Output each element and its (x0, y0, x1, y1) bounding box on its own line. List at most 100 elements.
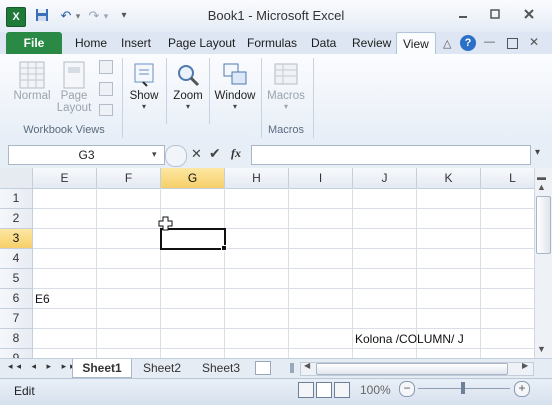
zoom-button[interactable]: Zoom ▾ (170, 60, 206, 111)
column-header-f[interactable]: F (97, 168, 161, 189)
tab-formulas[interactable]: Formulas (241, 32, 303, 54)
split-box-icon[interactable]: ▬ (537, 172, 546, 182)
group-separator (166, 58, 167, 124)
chevron-down-icon: ▾ (283, 102, 288, 111)
normal-view-button[interactable]: Normal (10, 60, 54, 102)
gridline (33, 268, 534, 269)
macros-button[interactable]: Macros ▾ (264, 60, 308, 111)
gridline (352, 188, 353, 358)
column-header-l[interactable]: L (481, 168, 534, 189)
restore-workbook-icon[interactable] (507, 38, 518, 49)
gridline (33, 288, 534, 289)
status-bar (0, 378, 552, 405)
tab-page-layout[interactable]: Page Layout (162, 32, 241, 54)
help-icon[interactable]: ? (460, 35, 476, 51)
vertical-scroll-thumb[interactable] (536, 196, 551, 254)
full-screen-icon[interactable] (99, 104, 113, 116)
page-layout-view-icon[interactable] (316, 382, 332, 398)
window-button[interactable]: Window ▾ (212, 60, 258, 111)
zoom-icon (173, 60, 203, 90)
sheet-tab-1[interactable]: Sheet1 (72, 359, 132, 378)
row-header-5[interactable]: 5 (0, 269, 33, 289)
tab-split-handle[interactable] (290, 363, 294, 373)
row-header-1[interactable]: 1 (0, 189, 33, 209)
zoom-level[interactable]: 100% (360, 383, 391, 397)
chevron-down-icon[interactable]: ▾ (535, 147, 540, 158)
tab-review[interactable]: Review (346, 32, 397, 54)
window-icon (220, 60, 250, 90)
row-header-4[interactable]: 4 (0, 249, 33, 269)
close-button[interactable] (518, 8, 540, 24)
group-label-workbook-views: Workbook Views (23, 124, 105, 136)
column-header-g[interactable]: G (161, 168, 225, 189)
sheet-tab-3[interactable]: Sheet3 (194, 359, 248, 377)
tab-view[interactable]: View (396, 32, 436, 55)
page-layout-icon (59, 60, 89, 90)
group-separator (209, 58, 210, 124)
row-header-9[interactable]: 9 (0, 349, 33, 358)
minimize-ribbon-icon[interactable]: △ (443, 37, 451, 50)
custom-views-icon[interactable] (99, 82, 113, 96)
row-header-7[interactable]: 7 (0, 309, 33, 329)
minimize-button[interactable] (452, 8, 474, 24)
page-break-view-icon[interactable] (334, 382, 350, 398)
scroll-left-icon[interactable]: ◀ (304, 361, 310, 370)
scroll-right-icon[interactable]: ▶ (522, 361, 528, 370)
gridline (33, 308, 534, 309)
gridline (288, 188, 289, 358)
tab-home[interactable]: Home (69, 32, 113, 54)
show-button[interactable]: Show ▾ (126, 60, 162, 111)
row-header-8[interactable]: 8 (0, 329, 33, 349)
column-header-i[interactable]: I (289, 168, 353, 189)
chevron-down-icon: ▾ (232, 102, 237, 111)
gridline (33, 348, 534, 349)
zoom-out-icon[interactable]: − (399, 381, 415, 397)
restore-button[interactable] (484, 8, 506, 24)
sheet-tab-2[interactable]: Sheet2 (134, 359, 190, 377)
zoom-in-icon[interactable]: + (514, 381, 530, 397)
select-all-corner[interactable] (0, 168, 33, 189)
normal-view-icon[interactable] (298, 382, 314, 398)
tab-file[interactable]: File (6, 32, 62, 54)
cell-e6[interactable]: E6 (35, 292, 50, 306)
gridline (33, 328, 534, 329)
scroll-down-icon[interactable]: ▼ (537, 344, 546, 354)
sheet-nav-icons[interactable]: ◂◂ ◂ ▸ ▸▸ (8, 361, 79, 372)
insert-sheet-icon[interactable] (255, 361, 271, 375)
column-header-j[interactable]: J (353, 168, 417, 189)
formula-bar-expand-icon[interactable] (165, 145, 187, 167)
column-header-h[interactable]: H (225, 168, 289, 189)
gridline (160, 188, 161, 358)
macros-icon (271, 60, 301, 90)
tab-insert[interactable]: Insert (115, 32, 157, 54)
status-mode: Edit (14, 384, 35, 398)
tab-data[interactable]: Data (305, 32, 342, 54)
formula-input[interactable] (251, 145, 531, 165)
gridline (33, 248, 534, 249)
horizontal-scroll-thumb[interactable] (316, 363, 508, 375)
scroll-up-icon[interactable]: ▲ (537, 182, 546, 192)
insert-function-icon[interactable]: fx (231, 146, 241, 161)
gridline (480, 188, 481, 358)
page-break-preview-icon[interactable] (99, 60, 113, 74)
worksheet-grid[interactable]: E F G H I J K L 1 2 3 4 5 6 7 8 9 E6 Kol… (0, 168, 534, 358)
fill-handle[interactable] (221, 245, 227, 251)
gridline (33, 228, 534, 229)
page-layout-view-button[interactable]: Page Layout (55, 60, 93, 114)
zoom-slider-thumb[interactable] (461, 382, 465, 394)
row-header-2[interactable]: 2 (0, 209, 33, 229)
group-separator (122, 58, 123, 138)
close-workbook-icon[interactable]: ✕ (529, 35, 539, 49)
name-box[interactable]: G3 (8, 145, 165, 165)
column-header-k[interactable]: K (417, 168, 481, 189)
column-header-e[interactable]: E (33, 168, 97, 189)
enter-icon[interactable]: ✔ (209, 145, 221, 162)
row-header-6[interactable]: 6 (0, 289, 33, 309)
show-icon (129, 60, 159, 90)
row-header-3[interactable]: 3 (0, 229, 33, 249)
cell-cursor-icon (158, 216, 174, 232)
chevron-down-icon[interactable]: ▾ (152, 149, 157, 160)
minimize-workbook-icon[interactable]: — (484, 36, 495, 48)
cell-j8[interactable]: Kolona /COLUMN/ J (355, 332, 464, 346)
cancel-icon[interactable]: ✕ (191, 146, 202, 162)
